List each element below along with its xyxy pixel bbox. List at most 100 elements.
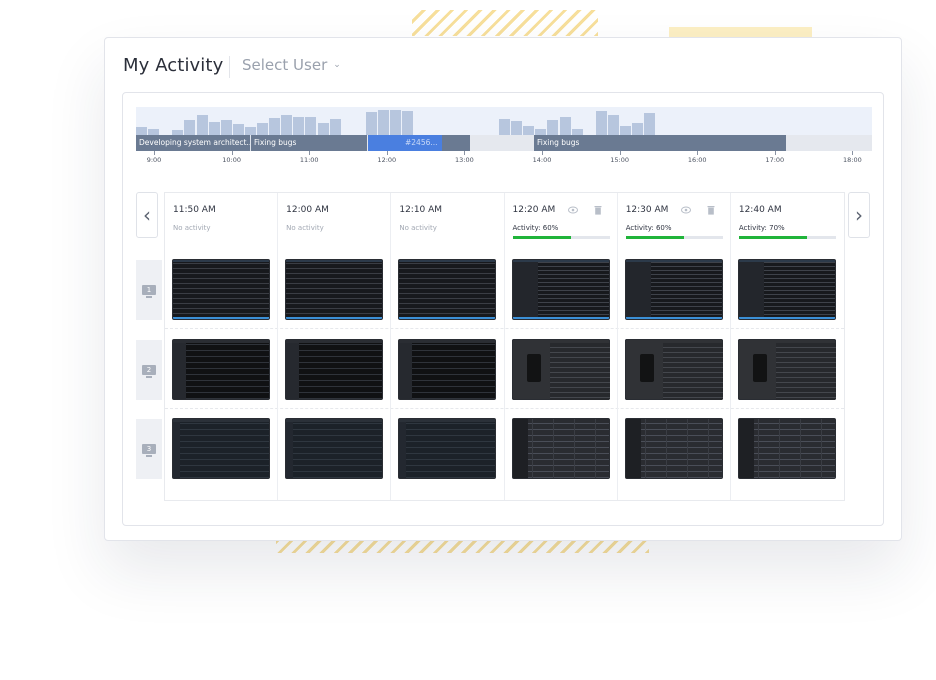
axis-tick [309, 151, 311, 155]
histogram-bar [329, 119, 341, 135]
timeline-segment-3[interactable] [368, 135, 402, 151]
timeline-segment-1[interactable]: Developing system architect... [136, 135, 250, 151]
histogram-bar [196, 115, 208, 135]
histogram-bar [547, 120, 559, 135]
histogram-bar [390, 110, 402, 135]
screenshot-thumbnail[interactable] [285, 418, 384, 479]
next-button[interactable]: › [848, 192, 870, 238]
screenshot-thumbnail[interactable] [398, 418, 497, 479]
prev-button[interactable]: ‹ [136, 192, 158, 238]
decorative-stripes [412, 10, 598, 36]
screenshot-thumbnail[interactable] [285, 259, 384, 320]
screenshot-thumbnail[interactable] [172, 418, 270, 479]
histogram-bar [499, 119, 510, 135]
histogram-bar [208, 122, 220, 135]
screenshot-thumbnail[interactable] [737, 259, 836, 320]
histogram-bar [511, 121, 523, 135]
timeline-segment-2[interactable]: Fixing bugs [251, 135, 367, 151]
histogram-bar [365, 112, 377, 135]
axis-hour-label: 11:00 [299, 156, 319, 164]
screen-3-label: 3 [136, 419, 162, 479]
activity-status: No activity [173, 224, 211, 232]
screenshot-thumbnail[interactable] [624, 418, 723, 479]
screenshot-thumbnail[interactable] [172, 259, 270, 320]
screen-2-label: 2 [136, 340, 162, 400]
histogram-bar [378, 110, 389, 135]
time-column: 12:00 AM No activity [278, 193, 392, 500]
histogram-bar [232, 124, 244, 135]
axis-tick [542, 151, 543, 155]
slot-time: 12:00 AM [286, 205, 329, 215]
screenshot-thumbnail[interactable] [737, 418, 836, 479]
activity-progress-fill [738, 236, 807, 239]
chevron-right-icon: › [855, 203, 863, 227]
eye-icon[interactable] [680, 205, 691, 215]
page-title: My Activity [123, 55, 224, 76]
time-column: 12:30 AM Activity: 60% [618, 193, 731, 500]
axis-hour-label: 14:00 [532, 156, 552, 164]
axis-tick [697, 151, 699, 155]
decorative-stripes-bottom [276, 540, 649, 553]
axis-tick [852, 151, 854, 155]
histogram-bar [269, 118, 281, 135]
screenshot-thumbnail[interactable] [172, 339, 270, 400]
chevron-left-icon: ‹ [143, 203, 151, 227]
screenshot-thumbnail[interactable] [624, 259, 723, 320]
screenshot-thumbnail[interactable] [398, 339, 497, 400]
histogram-bar [620, 126, 631, 135]
histogram-bar [293, 117, 305, 135]
decorative-bar [669, 27, 812, 37]
axis-tick [231, 151, 233, 155]
axis-tick [619, 151, 621, 155]
screenshot-thumbnail[interactable] [737, 339, 836, 400]
chevron-down-icon: ⌄ [333, 60, 341, 70]
histogram-bar [402, 111, 414, 135]
slot-time: 12:20 AM [512, 205, 556, 215]
timeline-segment-selected[interactable]: #2456... [402, 135, 442, 151]
timeline-segment-4[interactable] [442, 135, 470, 151]
trash-icon[interactable] [706, 205, 716, 215]
eye-icon[interactable] [567, 205, 578, 215]
timeline-track: Developing system architect... Fixing bu… [136, 135, 872, 151]
activity-progress-fill [512, 236, 571, 239]
histogram-bar [644, 113, 656, 135]
activity-histogram [136, 107, 872, 135]
activity-progress [512, 236, 610, 239]
time-column: 12:40 AM Activity: 70% [731, 193, 844, 500]
axis-tick [386, 151, 388, 155]
histogram-bar [632, 123, 644, 135]
monitor-icon: 3 [142, 444, 156, 457]
screenshot-thumbnail[interactable] [285, 339, 384, 400]
screenshot-thumbnail[interactable] [624, 339, 723, 400]
histogram-bar [523, 126, 535, 135]
screenshot-thumbnail[interactable] [511, 418, 610, 479]
monitor-icon: 1 [142, 285, 156, 298]
activity-panel: Developing system architect... Fixing bu… [122, 92, 884, 526]
screenshot-thumbnail[interactable] [511, 259, 610, 320]
trash-icon[interactable] [593, 205, 603, 215]
screenshot-thumbnail[interactable] [398, 259, 497, 320]
time-column: 11:50 AM No activity [165, 193, 279, 500]
activity-status: Activity: 60% [625, 224, 672, 232]
axis-hour-label: 13:00 [455, 156, 474, 164]
screenshot-grid: 11:50 AM No activity 12:00 AM No activit… [164, 192, 845, 501]
slot-time: 11:50 AM [173, 205, 216, 215]
timeline-segment-5[interactable]: Fixing bugs [534, 135, 786, 151]
slot-time: 12:30 AM [625, 205, 669, 215]
histogram-bar [305, 117, 317, 135]
monitor-icon: 2 [142, 365, 156, 378]
axis-hour-label: 10:00 [222, 156, 241, 164]
histogram-bar [220, 120, 232, 135]
activity-card: My Activity Select User ⌄ Developing sys… [104, 37, 902, 541]
axis-hour-label: 12:00 [377, 156, 397, 164]
activity-progress [625, 236, 723, 239]
histogram-bar [595, 111, 607, 135]
activity-status: Activity: 60% [512, 224, 559, 232]
histogram-bar [257, 123, 268, 135]
select-user-dropdown[interactable]: Select User ⌄ [242, 56, 341, 74]
axis-tick [154, 151, 155, 155]
activity-progress-fill [625, 236, 684, 239]
histogram-bar [281, 115, 293, 135]
slot-time: 12:10 AM [399, 205, 443, 215]
screenshot-thumbnail[interactable] [511, 339, 610, 400]
